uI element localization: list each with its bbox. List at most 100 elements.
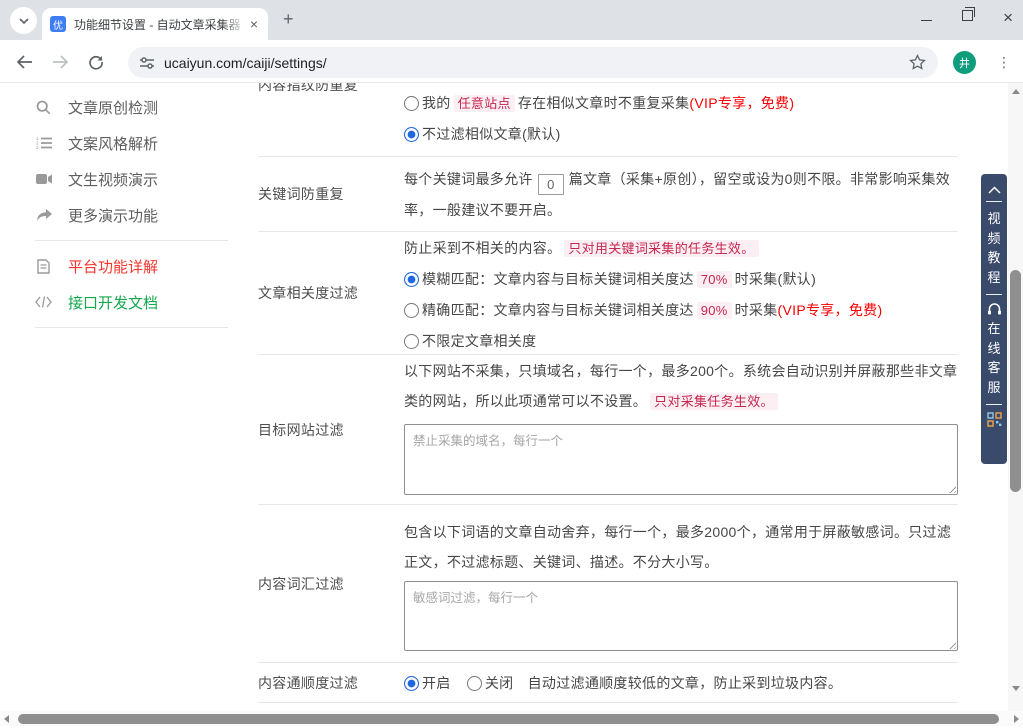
minimize-icon (921, 20, 932, 21)
close-window-button[interactable]: × (1003, 9, 1013, 26)
option-no-relevance-limit[interactable]: 不限定文章相关度 (404, 326, 958, 356)
radio-off-icon[interactable] (404, 303, 419, 318)
tune-icon (140, 57, 154, 69)
row-label: 文章相关度过滤 (258, 232, 404, 354)
restore-button[interactable] (962, 8, 973, 26)
option-text: 不限定文章相关度 (422, 333, 536, 349)
option-no-filter-similar[interactable]: 不过滤相似文章(默认) (404, 119, 958, 149)
quick-side-panel: 视频教程 在线客服 (981, 174, 1007, 464)
sidebar-item-label: 文生视频演示 (68, 169, 158, 190)
option-text: 时采集 (735, 302, 778, 318)
scroll-right-arrow-icon[interactable] (1014, 715, 1019, 723)
option-text: 时采集(默认) (735, 271, 816, 287)
tab-bar: 优 功能细节设置 - 自动文章采集器 × + × (0, 0, 1023, 40)
desc-text: 每个关键词最多允许 (404, 171, 533, 187)
sidebar-item-label: 文章原创检测 (68, 97, 158, 118)
sidebar-item-text-to-video[interactable]: 文生视频演示 (35, 161, 228, 197)
code-icon (35, 296, 52, 308)
reload-icon (88, 54, 104, 70)
vip-note: (VIP专享，免费) (689, 95, 794, 111)
option-fluency-off[interactable]: 关闭 (467, 675, 514, 691)
option-fluency-on[interactable]: 开启 (404, 675, 451, 691)
online-service-link[interactable]: 在线客服 (987, 319, 1002, 397)
option-exact-match[interactable]: 精确匹配：文章内容与目标关键词相关度达90%时采集(VIP专享，免费) (404, 295, 958, 326)
panel-divider (986, 201, 1002, 202)
sidebar-item-platform-features[interactable]: 平台功能详解 (35, 248, 228, 284)
profile-avatar[interactable]: 井 (953, 51, 976, 74)
radio-on-icon[interactable] (404, 272, 419, 287)
forward-button[interactable] (48, 50, 72, 74)
option-text: 模糊匹配：文章内容与目标关键词相关度达 (422, 271, 694, 287)
sidebar-item-more-demos[interactable]: 更多演示功能 (35, 197, 228, 233)
keyword-limit-input[interactable] (538, 174, 564, 195)
sidebar-item-label: 接口开发文档 (68, 292, 158, 313)
radio-off-icon[interactable] (404, 96, 419, 111)
desc-text: 防止采到不相关的内容。 (404, 240, 561, 256)
option-my-sites[interactable]: 我的任意站点存在相似文章时不重复采集(VIP专享，免费) (404, 88, 958, 119)
scroll-left-arrow-icon[interactable] (4, 715, 9, 723)
url-text[interactable]: ucaiyun.com/caiji/settings/ (164, 55, 909, 71)
sidebar-item-style-analysis[interactable]: 123 文案风格解析 (35, 125, 228, 161)
radio-on-icon[interactable] (404, 676, 419, 691)
collapse-chevron-icon[interactable] (988, 186, 1001, 194)
sidebar-item-label: 更多演示功能 (68, 205, 158, 226)
browser-window: 优 功能细节设置 - 自动文章采集器 × + × ucaiyun.com/cai… (0, 0, 1023, 728)
row-label: 内容词汇过滤 (258, 505, 404, 662)
radio-on-icon[interactable] (404, 127, 419, 142)
sensitive-words-textarea[interactable] (404, 581, 958, 651)
sidebar-divider (35, 240, 228, 241)
sidebar-item-api-docs[interactable]: 接口开发文档 (35, 284, 228, 320)
sidebar-divider (35, 327, 228, 328)
document-icon (35, 259, 52, 274)
sidebar-item-originality-check[interactable]: 文章原创检测 (35, 89, 228, 125)
tab-title: 功能细节设置 - 自动文章采集器 (74, 16, 246, 33)
vertical-scrollbar-thumb[interactable] (1010, 270, 1021, 492)
vip-note: (VIP专享，免费) (778, 302, 883, 318)
qr-code-icon[interactable] (987, 412, 1002, 427)
site-favicon: 优 (50, 16, 66, 32)
row-fingerprint-dedup: 内容指纹防重复 我的任意站点存在相似文章时不重复采集(VIP专享，免费) 不过滤… (258, 83, 958, 157)
desc-text: 包含以下词语的文章自动舍弃，每行一个，最多2000个，通常用于屏蔽敏感词。只过滤… (404, 524, 951, 570)
scroll-up-arrow-icon[interactable] (1012, 89, 1020, 94)
sidebar-item-label: 平台功能详解 (68, 256, 158, 277)
minimize-button[interactable] (921, 8, 932, 26)
option-text: 我的 (422, 95, 451, 111)
page-content: 文章原创检测 123 文案风格解析 文生视频演示 更多演示功能 平台功能详解 (0, 83, 1023, 728)
video-tutorial-link[interactable]: 视频教程 (987, 209, 1002, 287)
scroll-down-arrow-icon[interactable] (1012, 686, 1020, 691)
row-relevance-filter: 文章相关度过滤 防止采到不相关的内容。只对用关键词采集的任务生效。 模糊匹配：文… (258, 232, 958, 355)
highlight-90-percent: 90% (697, 302, 732, 319)
back-button[interactable] (12, 50, 36, 74)
active-tab[interactable]: 优 功能细节设置 - 自动文章采集器 × (42, 8, 268, 40)
radio-off-icon[interactable] (404, 334, 419, 349)
horizontal-scrollbar[interactable] (0, 711, 1023, 726)
row-label: 内容指纹防重复 (258, 83, 404, 156)
new-tab-button[interactable]: + (283, 9, 294, 30)
chevron-down-icon (19, 18, 29, 24)
back-icon (16, 55, 33, 69)
sidebar-item-label: 文案风格解析 (68, 133, 158, 154)
share-arrow-icon (35, 209, 52, 222)
tab-close-button[interactable]: × (248, 16, 260, 32)
vertical-scrollbar[interactable] (1008, 83, 1023, 711)
tab-search-button[interactable] (10, 7, 37, 34)
restore-icon (962, 10, 973, 21)
row-label: 目标网站过滤 (258, 355, 404, 504)
browser-menu-button[interactable]: ⋮ (996, 50, 1012, 74)
horizontal-scrollbar-thumb[interactable] (18, 714, 999, 724)
fluency-desc: 自动过滤通顺度较低的文章，防止采到垃圾内容。 (528, 675, 843, 691)
option-fuzzy-match[interactable]: 模糊匹配：文章内容与目标关键词相关度达70%时采集(默认) (404, 264, 958, 295)
window-controls: × (921, 0, 1013, 34)
reload-button[interactable] (84, 50, 108, 74)
highlight-70-percent: 70% (697, 271, 732, 288)
bookmark-star-icon[interactable] (909, 54, 926, 71)
row-fluency-filter: 内容通顺度过滤 开启 关闭 自动过滤通顺度较低的文章，防止采到垃圾内容。 (258, 663, 958, 703)
radio-off-icon[interactable] (467, 676, 482, 691)
settings-form: 内容指纹防重复 我的任意站点存在相似文章时不重复采集(VIP专享，免费) 不过滤… (258, 83, 958, 703)
option-text: 精确匹配：文章内容与目标关键词相关度达 (422, 302, 694, 318)
site-filter-desc: 以下网站不采集，只填域名，每行一个，最多200个。系统会自动识别并屏蔽那些非文章… (404, 356, 958, 417)
highlight-keyword-tasks-only: 只对用关键词采集的任务生效。 (564, 240, 758, 257)
omnibox[interactable]: ucaiyun.com/caiji/settings/ (128, 47, 938, 78)
blocked-domains-textarea[interactable] (404, 424, 958, 495)
sidebar: 文章原创检测 123 文案风格解析 文生视频演示 更多演示功能 平台功能详解 (35, 89, 228, 335)
